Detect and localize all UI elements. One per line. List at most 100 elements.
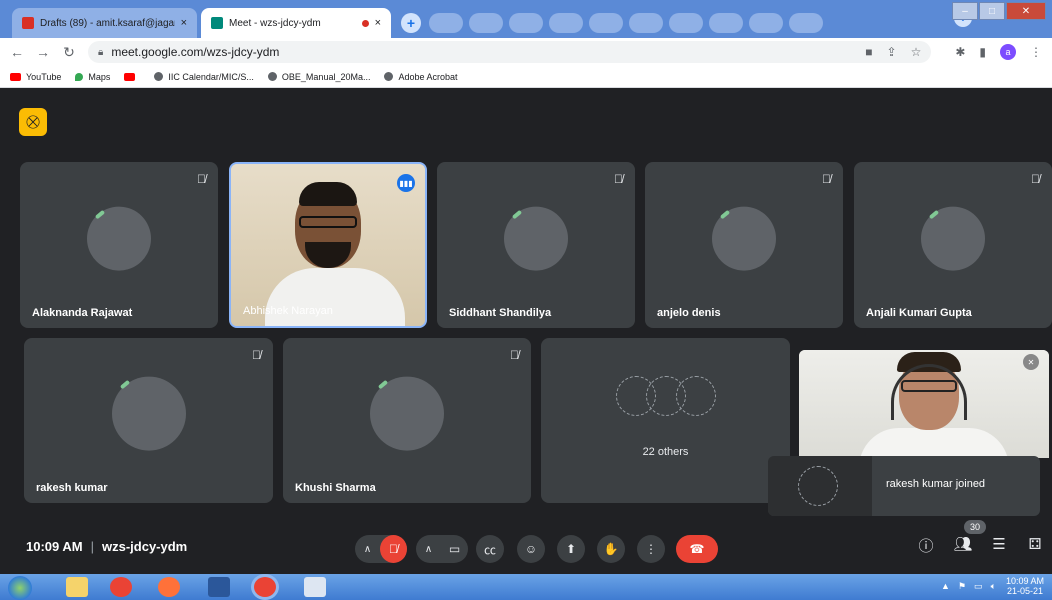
participant-tile[interactable]: 🎙̸ anjelo denis xyxy=(645,162,843,328)
meet-stage: ⛒ 🎙̸ Alaknanda Rajawat ▮▮▮ Abhishek Nara… xyxy=(0,88,1052,574)
extensions-icon[interactable]: ✱ xyxy=(955,45,965,59)
youtube-icon xyxy=(124,72,136,81)
file-explorer-icon[interactable] xyxy=(66,577,88,597)
more-menu-icon[interactable]: ⋮ xyxy=(1030,45,1042,59)
url-text: meet.google.com/wzs-jdcy-ydm xyxy=(111,45,280,59)
bookmark-youtube-2[interactable] xyxy=(124,72,140,81)
bookmark-label: OBE_Manual_20Ma... xyxy=(281,71,371,82)
tab-gmail-drafts[interactable]: Drafts (89) - amit.ksaraf@jaganna × xyxy=(12,8,197,38)
tab-pinned-2[interactable] xyxy=(469,13,503,33)
recording-indicator-icon xyxy=(361,19,369,27)
tab-pinned-10[interactable] xyxy=(789,13,823,33)
bookmark-iic-calendar[interactable]: IIC Calendar/MIC/S... xyxy=(154,72,254,82)
gmail-icon xyxy=(22,17,34,29)
activities-icon[interactable]: ⚃ xyxy=(1024,535,1046,553)
mic-off-icon: 🎙̸ xyxy=(252,348,261,362)
participant-name: Alaknanda Rajawat xyxy=(32,307,133,319)
network-icon[interactable]: ▭ xyxy=(974,581,983,592)
tab-pinned-8[interactable] xyxy=(709,13,743,33)
camera-in-use-icon[interactable]: ■ xyxy=(865,45,872,59)
bookmark-youtube[interactable]: YouTube xyxy=(10,72,61,82)
tray-expand-icon[interactable]: ▲ xyxy=(941,581,950,591)
tab-pinned-7[interactable] xyxy=(669,13,703,33)
close-tab-icon[interactable]: × xyxy=(375,17,381,29)
firefox-icon[interactable] xyxy=(158,577,180,597)
self-view-tile[interactable]: ✕ xyxy=(799,350,1049,458)
tab-pinned-4[interactable] xyxy=(549,13,583,33)
close-tab-icon[interactable]: × xyxy=(181,17,187,29)
avatar xyxy=(504,206,568,271)
raise-hand-button[interactable]: ✋ xyxy=(597,535,625,563)
others-tile[interactable]: 22 others xyxy=(541,338,790,503)
people-icon[interactable]: 👥︎ xyxy=(952,535,974,553)
person-body xyxy=(265,268,405,326)
maximize-button[interactable]: □ xyxy=(979,2,1005,20)
join-notification: rakesh kumar joined xyxy=(768,456,1040,516)
minimize-button[interactable]: ‒ xyxy=(952,2,978,20)
new-tab-button[interactable]: + xyxy=(401,13,421,33)
participant-tile-active-speaker[interactable]: ▮▮▮ Abhishek Narayan xyxy=(229,162,427,328)
start-button[interactable] xyxy=(8,576,32,600)
audio-options-chevron-icon[interactable]: ∧ xyxy=(355,544,380,555)
chat-icon[interactable]: ☰ xyxy=(988,535,1010,553)
mic-off-button[interactable]: 🎙̸ xyxy=(380,535,407,563)
forward-icon[interactable]: → xyxy=(36,44,50,60)
video-options-chevron-icon[interactable]: ∧ xyxy=(416,544,441,555)
maps-pin-icon xyxy=(75,72,84,81)
tab-pinned-6[interactable] xyxy=(629,13,663,33)
participant-name: Siddhant Shandilya xyxy=(449,307,552,319)
toolbar-right: ✱ ▮ a ⋮ xyxy=(941,44,1042,60)
present-screen-button[interactable]: ⬆ xyxy=(557,535,585,563)
system-tray: ▲ ⚑ ▭ 🔈︎ 10:09 AM 21-05-21 xyxy=(933,576,1044,596)
glasses xyxy=(901,380,957,392)
address-bar[interactable]: 🔒︎ meet.google.com/wzs-jdcy-ydm ■ ⇪ ☆ xyxy=(88,41,932,63)
share-icon[interactable]: ⇪ xyxy=(887,45,897,59)
camera-off-button[interactable]: ▭ xyxy=(441,535,468,563)
bookmark-adobe-acrobat[interactable]: Adobe Acrobat xyxy=(384,72,458,82)
reload-icon[interactable]: ↻ xyxy=(62,44,76,61)
tab-pinned-9[interactable] xyxy=(749,13,783,33)
close-window-button[interactable]: ✕ xyxy=(1006,2,1046,20)
mic-off-icon: 🎙̸ xyxy=(614,172,623,186)
tab-pinned-1[interactable] xyxy=(429,13,463,33)
globe-icon xyxy=(384,72,394,81)
bookmark-star-icon[interactable]: ☆ xyxy=(911,45,922,59)
volume-icon[interactable]: 🔈︎ xyxy=(991,581,996,592)
participant-name: Anjali Kumari Gupta xyxy=(866,307,972,319)
captions-button[interactable]: ㏄ xyxy=(476,535,504,563)
leave-call-button[interactable]: ☎ xyxy=(676,535,718,563)
tab-pinned-5[interactable] xyxy=(589,13,623,33)
side-panel-icon[interactable]: ▮ xyxy=(979,45,986,59)
meeting-details-icon[interactable]: ⓘ xyxy=(915,535,937,556)
emoji-reactions-button[interactable]: ☺ xyxy=(517,535,545,563)
profile-avatar[interactable]: a xyxy=(1000,44,1016,60)
mic-off-icon: 🎙̸ xyxy=(197,172,206,186)
word-icon[interactable] xyxy=(208,577,230,597)
youtube-icon xyxy=(10,72,21,81)
participant-tile[interactable]: 🎙̸ Alaknanda Rajawat xyxy=(20,162,218,328)
notepad-icon[interactable] xyxy=(304,577,326,597)
taskbar-clock[interactable]: 10:09 AM 21-05-21 xyxy=(1006,576,1044,596)
notification-text: rakesh kumar joined xyxy=(886,478,986,490)
participant-tile[interactable]: 🎙̸ Khushi Sharma xyxy=(283,338,531,503)
back-icon[interactable]: ← xyxy=(10,44,24,60)
participant-tile[interactable]: 🎙̸ Anjali Kumari Gupta xyxy=(854,162,1052,328)
bookmark-obe-manual[interactable]: OBE_Manual_20Ma... xyxy=(267,71,371,82)
participant-tile[interactable]: 🎙̸ Siddhant Shandilya xyxy=(437,162,635,328)
chrome-active-icon[interactable] xyxy=(254,577,276,597)
tab-pinned-3[interactable] xyxy=(509,13,543,33)
meet-icon xyxy=(211,17,223,29)
person-hair xyxy=(299,182,357,206)
participant-tile[interactable]: 🎙̸ rakesh kumar xyxy=(24,338,273,503)
more-options-button[interactable]: ⋮ xyxy=(637,535,665,563)
participant-name: Abhishek Narayan xyxy=(243,305,333,317)
bookmark-label: YouTube xyxy=(26,71,62,82)
avatar xyxy=(675,376,716,416)
bookmark-maps[interactable]: Maps xyxy=(75,72,110,82)
chrome-icon[interactable] xyxy=(110,577,132,597)
flag-icon[interactable]: ⚑ xyxy=(958,581,966,592)
host-controls-icon[interactable]: ⛒ xyxy=(19,108,47,136)
tab-google-meet[interactable]: Meet - wzs-jdcy-ydm × xyxy=(201,8,391,38)
mic-off-icon: 🎙̸ xyxy=(1031,172,1040,186)
separator: | xyxy=(90,539,94,554)
